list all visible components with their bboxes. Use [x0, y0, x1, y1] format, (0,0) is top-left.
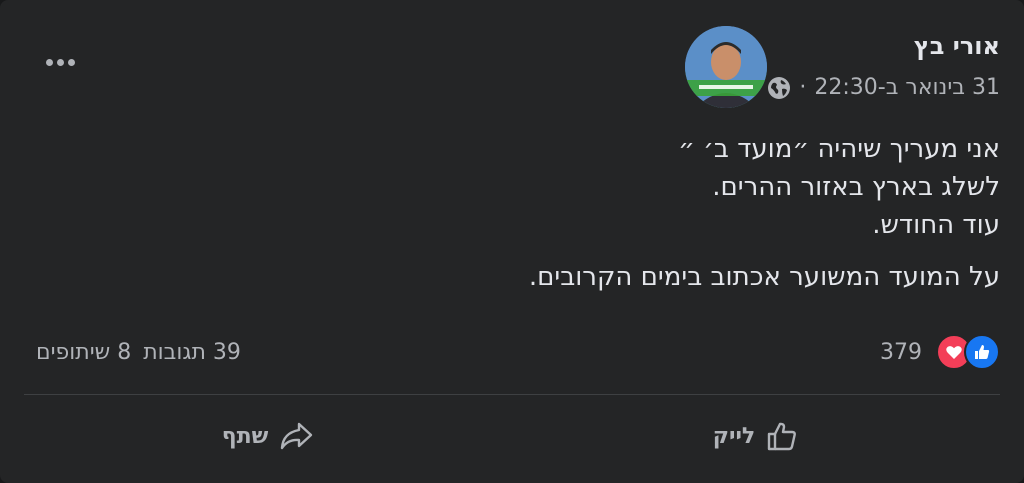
post-text-line: עוד החודש. — [872, 210, 1000, 240]
globe-icon[interactable] — [767, 76, 791, 100]
share-label: שתף — [221, 423, 269, 449]
engagement-counts: 39 תגובות 8 שיתופים — [24, 340, 241, 365]
post-card: אורי בץ 31 בינואר ב-22:30 · אני מעריך שי… — [0, 0, 1024, 483]
author-name[interactable]: אורי בץ — [767, 29, 1000, 63]
post-stats: 39 תגובות 8 שיתופים 379 — [24, 332, 1000, 372]
like-button[interactable]: לייק — [512, 398, 1000, 474]
like-reaction-icon — [964, 334, 1000, 370]
share-arrow-icon — [281, 422, 313, 450]
reactions-summary[interactable]: 379 — [880, 334, 1000, 370]
comments-count[interactable]: 39 תגובות — [143, 340, 241, 365]
post-header: אורי בץ 31 בינואר ב-22:30 · — [673, 26, 1000, 108]
post-text-line: לשלג בארץ באזור ההרים. — [712, 172, 1000, 202]
meta-separator: · — [799, 75, 807, 100]
reactions-count[interactable]: 379 — [880, 340, 922, 365]
thumbs-up-icon — [768, 422, 797, 451]
author-avatar[interactable] — [685, 26, 768, 108]
avatar-image — [685, 26, 768, 108]
like-label: לייק — [712, 423, 756, 449]
post-actions: לייק שתף — [24, 398, 1000, 474]
post-content: אני מעריך שיהיה ״מועד ב׳ ״ לשלג בארץ באז… — [529, 130, 1000, 296]
post-text-paragraph: על המועד המשוער אכתוב בימים הקרובים. — [528, 262, 1000, 292]
shares-count[interactable]: 8 שיתופים — [36, 340, 131, 365]
more-options-icon — [45, 58, 53, 66]
post-timestamp[interactable]: 31 בינואר ב-22:30 — [814, 75, 1000, 100]
more-options-button[interactable] — [40, 48, 80, 76]
post-meta: 31 בינואר ב-22:30 · — [767, 75, 1000, 100]
share-button[interactable]: שתף — [24, 398, 512, 474]
actions-divider — [24, 394, 1000, 395]
post-text-line: אני מעריך שיהיה ״מועד ב׳ ״ — [678, 134, 1000, 164]
